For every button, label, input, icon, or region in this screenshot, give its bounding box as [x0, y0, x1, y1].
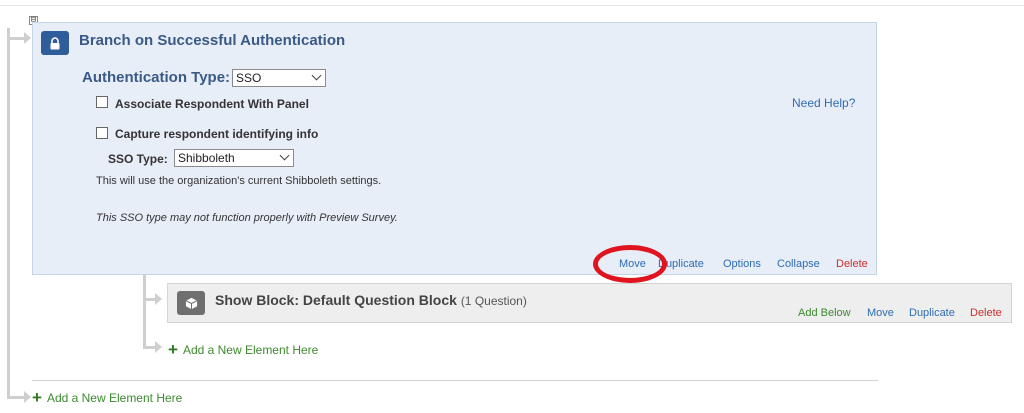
bottom-divider [32, 380, 878, 381]
associate-respondent-label: Associate Respondent With Panel [115, 97, 309, 111]
block-duplicate-button[interactable]: Duplicate [909, 307, 955, 319]
branch-panel [32, 22, 877, 275]
sso-type-label: SSO Type: [108, 152, 168, 166]
associate-respondent-checkbox[interactable] [96, 96, 108, 108]
block-delete-button[interactable]: Delete [970, 307, 1002, 319]
top-divider [0, 5, 1024, 6]
flow-arrow-block [155, 293, 162, 305]
branch-options-button[interactable]: Options [723, 258, 761, 270]
flow-line-bottom [7, 396, 25, 399]
add-below-button[interactable]: Add Below [798, 307, 851, 319]
add-element-inner-link[interactable]: + Add a New Element Here [168, 340, 319, 359]
authentication-type-select[interactable]: SSO [232, 69, 326, 87]
move-highlight-annotation [593, 245, 667, 283]
flow-arrow-branch [24, 32, 31, 44]
sso-type-select[interactable]: Shibboleth [174, 149, 294, 167]
authentication-type-value: SSO [236, 71, 262, 85]
branch-collapse-button[interactable]: Collapse [777, 258, 820, 270]
capture-identifying-info-checkbox[interactable] [96, 127, 108, 139]
sso-type-value: Shibboleth [178, 151, 235, 165]
chevron-down-icon [311, 70, 322, 81]
chevron-down-icon [279, 150, 290, 161]
add-element-outer-label: Add a New Element Here [46, 391, 183, 405]
show-block-title: Show Block: Default Question Block (1 Qu… [215, 292, 527, 308]
flow-line-inner [143, 275, 146, 349]
sso-warning-text: This SSO type may not function properly … [96, 212, 398, 224]
cube-icon [185, 297, 197, 309]
plus-icon: + [168, 340, 178, 359]
plus-icon: + [32, 388, 42, 407]
flow-arrow-inner-add [155, 341, 162, 353]
authentication-type-label: Authentication Type: [82, 69, 231, 86]
branch-title: Branch on Successful Authentication [79, 32, 346, 49]
branch-delete-button[interactable]: Delete [836, 258, 868, 270]
question-count: (1 Question) [460, 294, 527, 308]
capture-identifying-info-label: Capture respondent identifying info [115, 127, 319, 141]
need-help-link[interactable]: Need Help? [792, 96, 855, 110]
flow-line-branch-top [7, 37, 25, 40]
add-element-inner-label: Add a New Element Here [182, 343, 319, 357]
block-move-button[interactable]: Move [867, 307, 894, 319]
show-block-title-text: Show Block: Default Question Block [215, 292, 457, 308]
block-badge [177, 291, 205, 315]
add-element-outer-link[interactable]: + Add a New Element Here [32, 388, 183, 407]
branch-badge [41, 31, 69, 55]
lock-icon [50, 36, 60, 49]
flow-line-main [7, 28, 10, 396]
sso-info-text: This will use the organization's current… [96, 175, 382, 187]
flow-arrow-bottom [24, 391, 31, 403]
